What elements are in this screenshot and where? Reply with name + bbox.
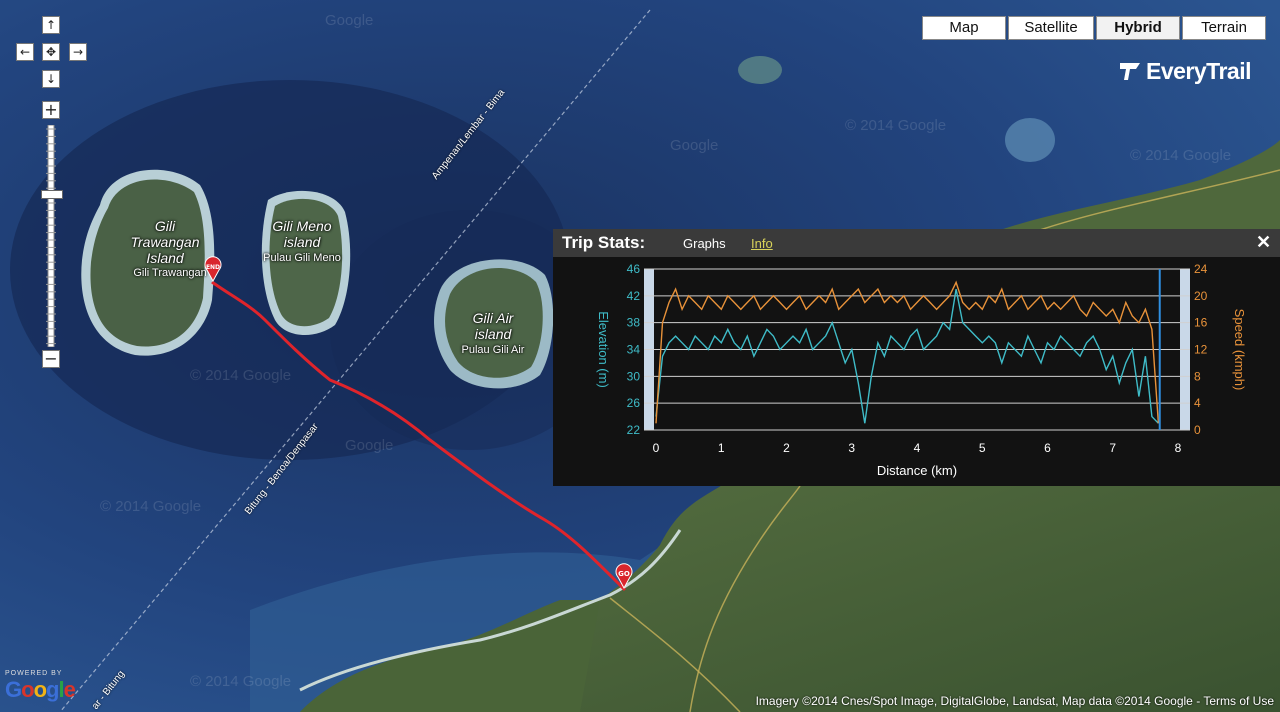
google-letter: e <box>63 677 76 702</box>
y-axis-title-right: Speed (kmph) <box>1232 309 1247 391</box>
zoom-in-button[interactable]: + <box>42 101 60 119</box>
reef-patch <box>738 56 782 84</box>
y-tick-label-right: 20 <box>1194 289 1208 303</box>
powered-by-label: POWERED BY <box>5 670 63 677</box>
attribution-text: Imagery ©2014 Cnes/Spot Image, DigitalGl… <box>755 694 1204 708</box>
place-local-name: Pulau Gili Air <box>461 344 525 356</box>
place-label-gili-meno: Gili Meno island Pulau Gili Meno <box>252 218 352 266</box>
map-watermark: © 2014 Google <box>845 117 947 134</box>
pan-left-button[interactable]: ← <box>16 43 34 61</box>
map-watermark: © 2014 Google <box>1130 147 1232 164</box>
start-marker-icon[interactable]: GO <box>614 563 634 589</box>
place-name: Gili <box>154 218 176 234</box>
google-letter: o <box>21 677 34 702</box>
everytrail-logo-icon <box>1120 63 1140 80</box>
place-name: Gili Meno <box>272 218 332 234</box>
x-tick-label: 7 <box>1109 441 1116 455</box>
map-type-satellite-button[interactable]: Satellite <box>1008 16 1094 40</box>
elevation-speed-chart: 46423834302622242016128400 1 2 3 4 5 6 7 8Distan… <box>596 262 1247 478</box>
place-name: island <box>474 326 512 342</box>
map-watermark: Google <box>345 437 394 454</box>
zoom-slider-handle[interactable] <box>41 189 63 199</box>
brand-name: EveryTrail <box>1146 57 1251 84</box>
place-name: Island <box>146 250 184 266</box>
google-letter: G <box>5 677 22 702</box>
google-letter: g <box>46 677 59 702</box>
y-tick-label-right: 24 <box>1194 262 1208 276</box>
map-watermark: © 2014 Google <box>190 673 292 690</box>
tab-info[interactable]: Info <box>751 236 773 251</box>
everytrail-logo[interactable]: EveryTrail <box>1118 56 1251 86</box>
pan-up-button[interactable]: ↑ <box>42 16 60 34</box>
x-tick-label: 8 <box>1175 441 1182 455</box>
place-local-name: Pulau Gili Meno <box>263 252 341 264</box>
start-marker-label: GO <box>618 570 630 578</box>
y-tick-label-right: 16 <box>1194 316 1208 330</box>
tab-graphs[interactable]: Graphs <box>683 236 726 251</box>
pan-down-button[interactable]: ↓ <box>42 70 60 88</box>
y-axis-title-left: Elevation (m) <box>596 311 611 388</box>
y-tick-label-left: 46 <box>627 262 641 276</box>
y-tick-label-left: 30 <box>627 369 641 383</box>
map-type-hybrid-button[interactable]: Hybrid <box>1096 16 1180 40</box>
place-label-gili-trawangan: Gili Trawangan Island <box>115 218 215 266</box>
x-tick-label: 6 <box>1044 441 1051 455</box>
map-watermark: © 2014 Google <box>190 367 292 384</box>
y-tick-label-right: 12 <box>1194 343 1208 357</box>
x-tick-label: 1 <box>718 441 725 455</box>
map-watermark: Google <box>325 12 374 29</box>
x-tick-label: 3 <box>848 441 855 455</box>
map-attribution: Imagery ©2014 Cnes/Spot Image, DigitalGl… <box>756 694 1274 708</box>
end-marker-icon[interactable]: END <box>203 256 223 282</box>
x-axis-title: Distance (km) <box>877 463 957 478</box>
y-tick-label-left: 26 <box>627 396 641 410</box>
y-tick-label-left: 42 <box>627 289 641 303</box>
zoom-slider-track[interactable] <box>43 125 59 347</box>
close-icon[interactable]: ✕ <box>1256 232 1271 253</box>
map-watermark: © 2014 Google <box>100 498 202 515</box>
map-type-terrain-button[interactable]: Terrain <box>1182 16 1266 40</box>
y-tick-label-left: 22 <box>627 423 641 437</box>
y-tick-label-right: 8 <box>1194 369 1201 383</box>
y-tick-label-left: 34 <box>627 343 641 357</box>
y-tick-label-left: 38 <box>627 316 641 330</box>
y-tick-label-right: 4 <box>1194 396 1201 410</box>
speed-series-line <box>655 280 1160 424</box>
place-name: island <box>283 234 321 250</box>
google-logo[interactable]: POWERED BY Google <box>5 670 76 703</box>
reef-patch-2 <box>1005 118 1055 162</box>
place-label-gili-air: Gili Air island Pulau Gili Air <box>443 310 543 358</box>
trip-stats-panel: Trip Stats: Graphs Info ✕ 46 42 38 34 30 26 22… <box>553 229 1280 486</box>
zoom-out-button[interactable]: − <box>42 350 60 368</box>
place-name: Gili Air <box>472 310 514 326</box>
y-tick-label-right: 0 <box>1194 423 1201 437</box>
x-tick-label: 0 <box>653 441 660 455</box>
google-letter: o <box>33 677 47 702</box>
trip-stats-header: Trip Stats: Graphs Info ✕ <box>553 229 1280 257</box>
map-watermark: Google <box>670 137 719 154</box>
map-type-map-button[interactable]: Map <box>922 16 1006 40</box>
x-tick-label: 2 <box>783 441 790 455</box>
pan-center-button[interactable]: ✥ <box>42 43 60 61</box>
trip-stats-title: Trip Stats: <box>562 233 646 252</box>
google-wordmark: Google <box>5 677 76 703</box>
x-tick-label: 4 <box>914 441 921 455</box>
end-marker-label: END <box>206 264 220 271</box>
terms-of-use-link[interactable]: Terms of Use <box>1203 694 1274 708</box>
place-name: Trawangan <box>130 234 200 250</box>
pan-right-button[interactable]: → <box>69 43 87 61</box>
x-tick-label: 5 <box>979 441 986 455</box>
